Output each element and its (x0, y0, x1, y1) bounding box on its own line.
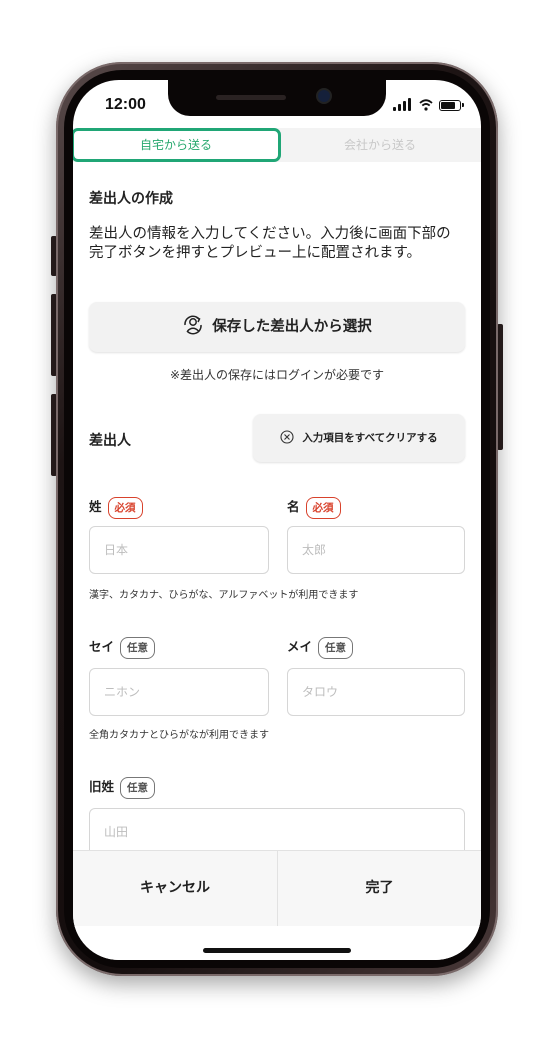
footer-bar: キャンセル 完了 (73, 850, 481, 927)
home-area (73, 926, 481, 960)
done-button[interactable]: 完了 (278, 851, 481, 927)
first-name-label: 名必須 (287, 496, 341, 519)
maiden-name-input[interactable]: 山田 (89, 808, 465, 856)
last-kana-label-text: セイ (89, 639, 115, 654)
maiden-name-label-text: 旧姓 (89, 779, 115, 794)
last-kana-input[interactable]: ニホン (89, 668, 269, 716)
first-kana-label: メイ 任意 (287, 636, 354, 659)
required-badge: 必須 (305, 496, 341, 519)
last-name-label-text: 姓 (89, 499, 102, 514)
kana-hint: 全角カタカナとひらがなが利用できます (89, 730, 269, 741)
optional-badge: 任意 (120, 776, 156, 799)
sender-tabs: 自宅から送る 会社から送る (73, 128, 481, 162)
battery-icon (439, 100, 461, 111)
wifi-icon (419, 99, 433, 111)
clear-all-label: 入力項目をすべてクリアする (302, 432, 438, 444)
sender-section-label: 差出人 (89, 433, 131, 449)
status-time: 12:00 (105, 96, 146, 113)
optional-badge: 任意 (120, 636, 156, 659)
clear-circle-icon (280, 430, 294, 444)
status-bar: 12:00 (73, 80, 481, 126)
maiden-name-label: 旧姓 任意 (89, 776, 156, 799)
saved-sender-icon (184, 315, 203, 335)
last-name-label: 姓必須 (89, 496, 143, 519)
cancel-button[interactable]: キャンセル (73, 851, 277, 927)
form-description: 差出人の情報を入力してください。入力後に画面下部の完了ボタンを押すとプレビュー上… (89, 226, 451, 261)
tab-home[interactable]: 自宅から送る (73, 128, 281, 162)
first-kana-label-text: メイ (287, 639, 313, 654)
required-badge: 必須 (107, 496, 143, 519)
select-saved-sender-button[interactable]: 保存した差出人から選択 (89, 302, 465, 352)
first-name-input[interactable]: 太郎 (287, 526, 465, 574)
first-name-label-text: 名 (287, 499, 300, 514)
first-kana-input[interactable]: タロウ (287, 668, 465, 716)
notch (168, 80, 386, 116)
select-saved-sender-label: 保存した差出人から選択 (212, 319, 372, 335)
login-note: ※差出人の保存にはログインが必要です (169, 368, 385, 382)
status-icons (393, 98, 464, 112)
battery-tip (462, 103, 464, 107)
clear-all-button[interactable]: 入力項目をすべてクリアする (253, 414, 465, 462)
phone-screen: 12:00 自宅から送る 会社から送る 差出人の作成 差出人の情報を入力してくだ… (73, 80, 481, 960)
last-kana-label: セイ 任意 (89, 636, 156, 659)
optional-badge: 任意 (318, 636, 354, 659)
camera (318, 90, 330, 102)
name-hint: 漢字、カタカナ、ひらがな、アルファベットが利用できます (89, 590, 359, 601)
tab-company[interactable]: 会社から送る (279, 128, 481, 162)
last-name-input[interactable]: 日本 (89, 526, 269, 574)
speaker (216, 95, 286, 100)
home-indicator[interactable] (203, 948, 351, 953)
page-title: 差出人の作成 (89, 191, 173, 207)
